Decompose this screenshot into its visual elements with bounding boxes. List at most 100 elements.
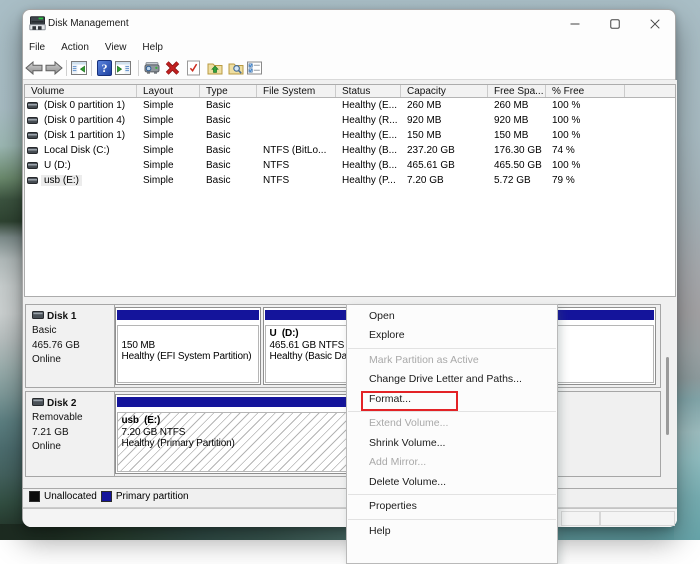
cell-capacity: 465.61 GB bbox=[401, 158, 488, 173]
menu-help[interactable]: Help bbox=[134, 42, 171, 53]
column-header-type[interactable]: Type bbox=[200, 85, 257, 97]
cell-filesystem: NTFS bbox=[257, 173, 336, 188]
menu-item-change-drive-letter[interactable]: Change Drive Letter and Paths... bbox=[347, 370, 557, 390]
column-header-freespace[interactable]: Free Spa... bbox=[488, 85, 546, 97]
disk-icon bbox=[32, 397, 44, 411]
partition-size: 150 MB bbox=[122, 340, 259, 352]
cell-status: Healthy (E... bbox=[336, 128, 401, 143]
cell-layout: Simple bbox=[137, 143, 200, 158]
disk-status: Online bbox=[32, 353, 114, 367]
cell-capacity: 260 MB bbox=[401, 98, 488, 113]
column-header-percentfree[interactable]: % Free bbox=[546, 85, 625, 97]
menu-item-mark-partition-active[interactable]: Mark Partition as Active bbox=[347, 351, 557, 371]
minimize-button[interactable] bbox=[555, 10, 595, 38]
menu-item-explore[interactable]: Explore bbox=[347, 326, 557, 346]
help-icon[interactable]: ? bbox=[97, 60, 112, 76]
delete-volume-icon[interactable] bbox=[165, 60, 180, 75]
properties-icon[interactable] bbox=[247, 61, 262, 74]
volume-row[interactable]: (Disk 0 partition 1)SimpleBasicHealthy (… bbox=[25, 98, 675, 113]
explore-folder-icon[interactable] bbox=[228, 61, 244, 75]
menu-action[interactable]: Action bbox=[53, 42, 97, 53]
volume-row[interactable]: U (D:)SimpleBasicNTFSHealthy (B...465.61… bbox=[25, 158, 675, 173]
disk-1-label[interactable]: Disk 1 Basic 465.76 GB Online bbox=[26, 305, 115, 387]
desktop-wallpaper-right bbox=[674, 0, 700, 540]
close-button[interactable] bbox=[635, 10, 675, 38]
menu-item-properties[interactable]: Properties bbox=[347, 497, 557, 517]
cell-type: Basic bbox=[200, 158, 257, 173]
disk-status: Online bbox=[32, 440, 114, 454]
menu-item-extend-volume[interactable]: Extend Volume... bbox=[347, 414, 557, 434]
disk-1-row: Disk 1 Basic 465.76 GB Online 150 MB Hea… bbox=[25, 304, 661, 388]
cell-layout: Simple bbox=[137, 128, 200, 143]
mark-active-icon[interactable] bbox=[187, 60, 200, 75]
volume-disk-icon bbox=[27, 162, 38, 169]
volume-row[interactable]: usb (E:)SimpleBasicNTFSHealthy (P...7.20… bbox=[25, 173, 675, 188]
menu-item-shrink-volume[interactable]: Shrink Volume... bbox=[347, 434, 557, 454]
cell-layout: Simple bbox=[137, 113, 200, 128]
menu-item-delete-volume[interactable]: Delete Volume... bbox=[347, 473, 557, 493]
title-bar[interactable]: Disk Management bbox=[23, 10, 675, 38]
cell-status: Healthy (R... bbox=[336, 113, 401, 128]
cell-filesystem bbox=[257, 98, 336, 113]
volume-row[interactable]: (Disk 0 partition 4)SimpleBasicHealthy (… bbox=[25, 113, 675, 128]
cell-percentfree: 100 % bbox=[546, 158, 625, 173]
cell-empty bbox=[625, 143, 675, 158]
forward-icon[interactable] bbox=[45, 61, 63, 75]
rescan-disks-icon[interactable] bbox=[144, 61, 160, 74]
cell-empty bbox=[625, 98, 675, 113]
menu-file[interactable]: File bbox=[23, 42, 53, 53]
open-folder-icon[interactable] bbox=[207, 61, 223, 75]
cell-type: Basic bbox=[200, 173, 257, 188]
menu-separator bbox=[348, 411, 556, 412]
context-menu: Open Explore Mark Partition as Active Ch… bbox=[346, 304, 558, 564]
cell-percentfree: 100 % bbox=[546, 113, 625, 128]
partition-efi[interactable]: 150 MB Healthy (EFI System Partition) bbox=[115, 307, 261, 385]
cell-layout: Simple bbox=[137, 98, 200, 113]
cell-capacity: 920 MB bbox=[401, 113, 488, 128]
cell-capacity: 7.20 GB bbox=[401, 173, 488, 188]
menu-item-open[interactable]: Open bbox=[347, 307, 557, 327]
legend-primary-label: Primary partition bbox=[116, 491, 189, 502]
unallocated-swatch bbox=[29, 491, 40, 502]
volume-row[interactable]: Local Disk (C:)SimpleBasicNTFS (BitLo...… bbox=[25, 143, 675, 158]
disk-2-label[interactable]: Disk 2 Removable 7.21 GB Online bbox=[26, 392, 115, 476]
status-bar-pane bbox=[600, 511, 675, 526]
cell-freespace: 465.50 GB bbox=[488, 158, 546, 173]
column-header-status[interactable]: Status bbox=[336, 85, 401, 97]
column-header-layout[interactable]: Layout bbox=[137, 85, 200, 97]
cell-volume: (Disk 0 partition 1) bbox=[25, 98, 137, 113]
vertical-scrollbar-thumb[interactable] bbox=[666, 357, 669, 435]
column-header-filesystem[interactable]: File System bbox=[257, 85, 336, 97]
status-bar-pane bbox=[561, 511, 600, 526]
menu-item-help[interactable]: Help bbox=[347, 522, 557, 542]
volume-name: (Disk 0 partition 1) bbox=[41, 100, 128, 111]
volume-list-header: Volume Layout Type File System Status Ca… bbox=[25, 85, 675, 98]
back-icon[interactable] bbox=[25, 61, 43, 75]
cell-filesystem: NTFS bbox=[257, 158, 336, 173]
volume-row[interactable]: (Disk 1 partition 1)SimpleBasicHealthy (… bbox=[25, 128, 675, 143]
cell-empty bbox=[625, 128, 675, 143]
disk-kind: Basic bbox=[32, 324, 114, 338]
menu-separator bbox=[348, 494, 556, 495]
menu-item-add-mirror[interactable]: Add Mirror... bbox=[347, 453, 557, 473]
menu-view[interactable]: View bbox=[97, 42, 135, 53]
cell-freespace: 150 MB bbox=[488, 128, 546, 143]
show-console-tree-icon[interactable] bbox=[71, 61, 87, 75]
volume-name: (Disk 1 partition 1) bbox=[41, 130, 128, 141]
disk-kind: Removable bbox=[32, 411, 114, 425]
column-header-capacity[interactable]: Capacity bbox=[401, 85, 488, 97]
cell-capacity: 150 MB bbox=[401, 128, 488, 143]
cell-percentfree: 100 % bbox=[546, 128, 625, 143]
cell-type: Basic bbox=[200, 113, 257, 128]
menu-item-format[interactable]: Format... bbox=[347, 390, 557, 410]
maximize-button[interactable] bbox=[595, 10, 635, 38]
cell-filesystem: NTFS (BitLo... bbox=[257, 143, 336, 158]
partition-health: Healthy (EFI System Partition) bbox=[122, 351, 259, 363]
cell-percentfree: 74 % bbox=[546, 143, 625, 158]
disk-size: 7.21 GB bbox=[32, 426, 114, 440]
volume-disk-icon bbox=[27, 117, 38, 124]
show-action-pane-icon[interactable] bbox=[115, 61, 131, 75]
column-header-volume[interactable]: Volume bbox=[25, 85, 137, 97]
cell-freespace: 260 MB bbox=[488, 98, 546, 113]
cell-type: Basic bbox=[200, 143, 257, 158]
